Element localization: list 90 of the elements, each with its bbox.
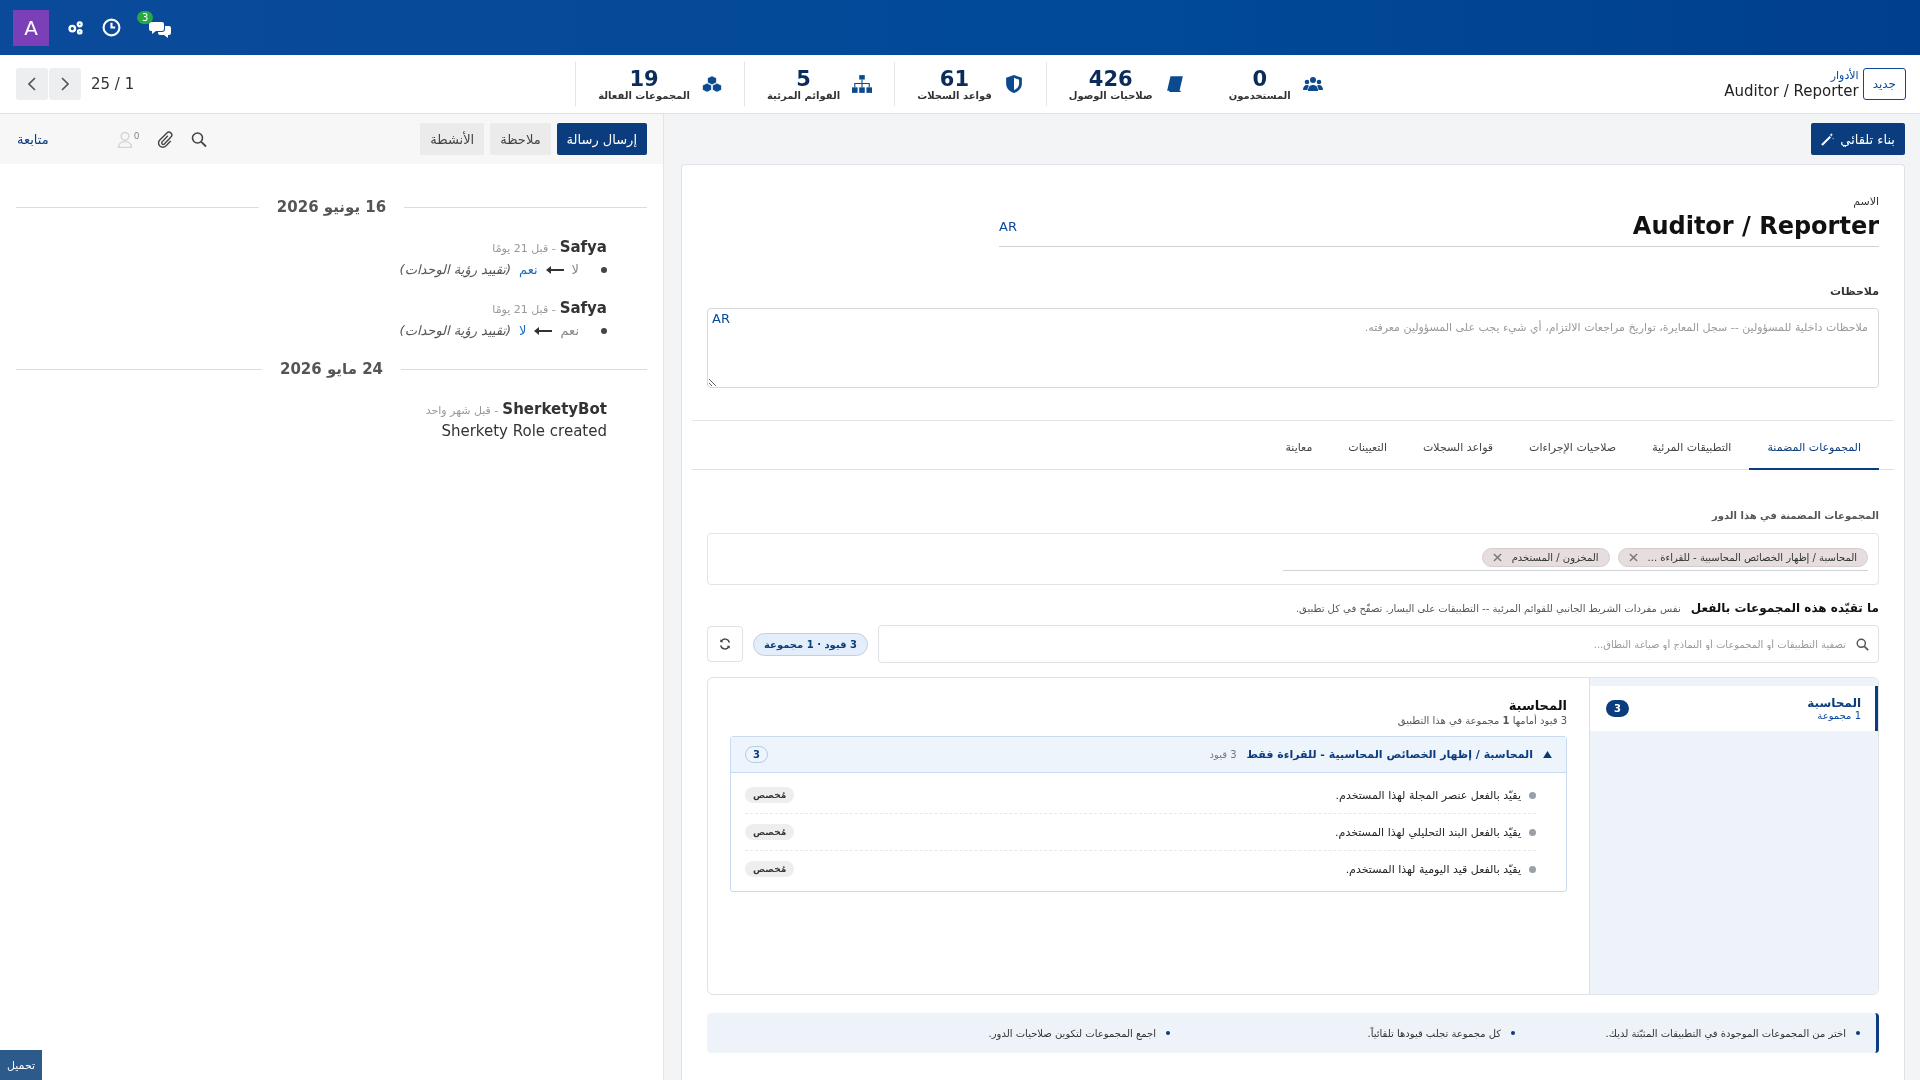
cubes-icon (702, 75, 722, 93)
rule-text: يقيّد بالفعل قيد اليومية لهذا المستخدم. (1345, 862, 1521, 876)
message-body: Sherkety Role created (440, 422, 607, 440)
form-tab[interactable]: معاينة (1267, 431, 1331, 470)
section-title: ما تقيّده هذه المجموعات بالفعل (1690, 601, 1879, 615)
chatter-tab[interactable]: إرسال رسالة (556, 123, 647, 155)
bullet-dot (1529, 828, 1536, 836)
author-name[interactable]: Safya (559, 299, 607, 317)
field-name: (تقييد رؤية الوحدات) (399, 323, 512, 338)
rule-text: يقيّد بالفعل البند التحليلي لهذا المستخدم. (1335, 825, 1521, 839)
form-tab[interactable]: المجموعات المضمنة (1749, 431, 1879, 470)
bullet-dot (1856, 1031, 1860, 1035)
field-name: (تقييد رؤية الوحدات) (399, 262, 512, 277)
app-title: المحاسبة (1507, 698, 1567, 713)
language-button[interactable]: AR (712, 311, 730, 326)
previous-button[interactable] (16, 68, 48, 100)
bullet-dot (1511, 1031, 1515, 1035)
custom-tag: مُخصص (745, 787, 795, 803)
message-time: - قبل 21 يومًا (492, 303, 556, 316)
new-value: لا (519, 323, 527, 338)
breadcrumb-link[interactable]: الأدوار (1830, 68, 1859, 82)
user-avatar[interactable]: A (13, 9, 49, 46)
form-tab[interactable]: صلاحيات الإجراءات (1511, 431, 1635, 470)
paperclip-icon[interactable] (157, 130, 174, 148)
chat-icon[interactable] (149, 20, 171, 39)
follow-link[interactable]: متابعة (17, 131, 49, 147)
wand-icon (1821, 132, 1835, 146)
custom-tag: مُخصص (745, 824, 795, 840)
group-tag: المحاسبة / إظهار الخصائص المحاسبية - للقراءة ... (1617, 547, 1868, 567)
follower-count: 0 (133, 130, 140, 141)
group-count: 1 مجموعة (1816, 710, 1861, 721)
close-icon[interactable] (1628, 552, 1638, 562)
author-name[interactable]: SherketyBot (502, 400, 607, 418)
field-label: ملاحظات (1829, 285, 1879, 298)
chevron-right-icon (61, 77, 69, 91)
old-value: لا (571, 262, 579, 277)
new-button[interactable]: جديد (1862, 68, 1906, 100)
field-label: المجموعات المضمنة في هذا الدور (1710, 510, 1879, 521)
language-button[interactable]: AR (999, 218, 1017, 234)
new-value: نعم (519, 262, 538, 277)
refresh-icon (719, 638, 731, 650)
tip-text: كل مجموعة تجلب قيودها تلقائياً. (1367, 1027, 1501, 1039)
bullet-dot (601, 266, 607, 273)
count-badge: 3 (1606, 700, 1629, 717)
bullet-dot (1529, 865, 1536, 873)
clock-icon[interactable] (102, 18, 121, 37)
app-name: المحاسبة (1807, 696, 1861, 710)
rule-count: 3 قيود (1209, 749, 1237, 760)
bullet-dot (1166, 1031, 1170, 1035)
users-icon (1302, 75, 1323, 93)
next-button[interactable] (49, 68, 81, 100)
shield-icon (1003, 75, 1024, 93)
old-value: نعم (560, 323, 579, 338)
bullet-dot (601, 327, 607, 334)
date-separator: 24 مايو 2026 (279, 360, 384, 378)
form-tab[interactable]: التطبيقات المرئية (1634, 431, 1750, 470)
close-icon[interactable] (1492, 552, 1502, 562)
group-name: المحاسبة / إظهار الخصائص المحاسبية - للقراءة فقط (1246, 748, 1533, 761)
section-description: نفس مفردات الشريط الجانبي للقوائم المرئية -- التطبيقات على اليسار. تصفّح في كل تطبيق. (1295, 603, 1681, 614)
author-name[interactable]: Safya (559, 238, 607, 256)
pager-counter: 25 / 1 (91, 75, 135, 93)
refresh-button[interactable] (707, 626, 743, 662)
rule-text: يقيّد بالفعل عنصر المجلة لهذا المستخدم. (1335, 788, 1521, 802)
custom-tag: مُخصص (745, 861, 795, 877)
date-separator: 16 يونيو 2026 (275, 198, 388, 216)
gears-icon[interactable] (67, 20, 84, 35)
bullet-dot (1529, 791, 1536, 799)
arrow-icon (545, 264, 564, 275)
sitemap-icon (852, 75, 873, 93)
auto-build-button[interactable]: بناء تلقائي (1811, 123, 1905, 155)
search-icon[interactable] (191, 130, 208, 148)
form-tab[interactable]: التعيينات (1330, 431, 1405, 470)
tip-text: اختر من المجموعات الموجودة في التطبيقات المثبّتة لديك. (1605, 1027, 1846, 1039)
message-time: - قبل شهر واحد (425, 404, 499, 417)
tip-text: اجمع المجموعات لتكوين صلاحيات الدور. (988, 1027, 1156, 1039)
group-tag: المخزون / المستخدم (1481, 547, 1610, 567)
field-label: الاسم (1852, 195, 1879, 208)
chevron-left-icon (28, 77, 36, 91)
summary-badge: 3 قيود · 1 مجموعة (753, 632, 868, 656)
name-value[interactable]: Auditor / Reporter (1632, 212, 1879, 240)
record-title: Auditor / Reporter (1724, 81, 1859, 100)
search-icon (1856, 638, 1869, 651)
groups-field[interactable]: المحاسبة / إظهار الخصائص المحاسبية - للقراءة ... المخزون / المستخدم (707, 533, 1879, 585)
message-time: - قبل 21 يومًا (492, 242, 556, 255)
chatter-tab[interactable]: الأنشطة (420, 123, 485, 155)
form-tab[interactable]: قواعد السجلات (1405, 431, 1512, 470)
arrow-icon (534, 325, 553, 336)
message-count-badge: 3 (137, 10, 154, 24)
chatter-tab[interactable]: ملاحظة (490, 123, 551, 155)
download-button[interactable]: تحميل (0, 1050, 42, 1080)
